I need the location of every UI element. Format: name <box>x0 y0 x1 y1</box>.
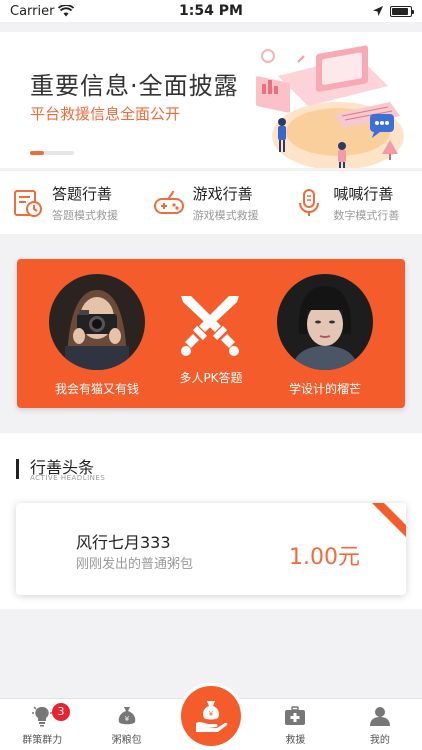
pk-left-player-name: 我会有猫又有钱 <box>54 382 139 396</box>
hand-money-icon: ¥ <box>196 701 228 732</box>
banner-illustration <box>256 45 404 168</box>
headlines-section: 行善头条 ACTIVE HEADLINES 风行七月333 刚刚发出的普通粥包 … <box>0 433 422 609</box>
pk-title: 多人PK答题 <box>179 371 243 385</box>
gamepad-icon <box>153 190 184 214</box>
headlines-subtitle: ACTIVE HEADLINES <box>30 474 106 482</box>
pk-right-player-name: 学设计的榴芒 <box>288 382 361 396</box>
feature-shout-title: 喊喊行善 <box>333 184 394 203</box>
feature-shout[interactable]: 喊喊行善 数字模式行善 <box>281 171 422 234</box>
medical-kit-icon <box>285 706 306 725</box>
microphone-icon <box>299 188 320 216</box>
feature-quiz-title: 答题行善 <box>52 184 113 203</box>
feature-shout-subtitle: 数字模式行善 <box>333 208 400 222</box>
feature-game-title: 游戏行善 <box>192 184 253 203</box>
banner-carousel[interactable]: 重要信息·全面披露 平台救援信息全面公开 <box>0 32 422 168</box>
tab-crowd-label: 群策群力 <box>22 735 63 746</box>
wifi-icon <box>58 5 75 17</box>
feature-game-subtitle: 游戏模式救援 <box>192 208 259 222</box>
avatar-left[interactable] <box>49 274 145 370</box>
tab-porridge-bag-label: 粥粮包 <box>111 735 142 746</box>
tab-center-donate-button[interactable]: ¥ <box>181 686 241 746</box>
multiplayer-pk-card[interactable]: 我会有猫又有钱 多人PK答题 学设计的榴芒 <box>17 259 405 408</box>
headline-item-desc: 刚刚发出的普通粥包 <box>76 557 194 572</box>
lightbulb-icon <box>32 706 53 727</box>
tab-mine-label: 我的 <box>369 735 390 746</box>
headline-item-amount: 1.00元 <box>289 545 360 570</box>
tab-mine[interactable]: 我的 <box>338 699 422 750</box>
battery-level <box>391 7 409 15</box>
avatar-right-image <box>277 274 373 370</box>
svg-text:¥: ¥ <box>209 710 214 718</box>
carrier-label: Carrier <box>10 3 55 19</box>
battery-icon <box>389 5 414 17</box>
tab-rescue-label: 救援 <box>285 735 306 746</box>
avatar-right[interactable] <box>277 274 373 370</box>
tab-porridge-bag[interactable]: ¥ 粥粮包 <box>84 699 168 750</box>
user-icon <box>369 707 390 726</box>
feature-game[interactable]: 游戏行善 游戏模式救援 <box>141 171 282 234</box>
headline-item[interactable]: 风行七月333 刚刚发出的普通粥包 1.00元 <box>16 503 406 595</box>
tab-crowd[interactable]: 群策群力 3 <box>0 699 84 750</box>
banner-subtitle: 平台救援信息全面公开 <box>30 105 181 123</box>
status-time: 1:54 PM <box>179 3 243 19</box>
crossed-swords-icon <box>181 296 239 356</box>
feature-quiz-subtitle: 答题模式救援 <box>52 208 118 222</box>
money-bag-icon: ¥ <box>118 707 135 725</box>
feature-quiz[interactable]: 答题行善 答题模式救援 <box>0 171 141 234</box>
svg-text:¥: ¥ <box>124 715 129 723</box>
banner-title: 重要信息·全面披露 <box>30 72 239 100</box>
quiz-clock-icon <box>14 189 42 217</box>
carousel-indicator <box>30 151 74 155</box>
avatar-left-image <box>49 274 145 370</box>
location-arrow-icon <box>372 6 383 16</box>
headline-item-name: 风行七月333 <box>76 533 171 552</box>
carousel-indicator-active <box>30 151 44 155</box>
corner-ribbon <box>372 503 406 537</box>
notification-badge: 3 <box>52 703 70 721</box>
status-bar: Carrier 1:54 PM <box>0 0 422 22</box>
tab-rescue[interactable]: 救援 <box>253 699 337 750</box>
feature-shortcuts: 答题行善 答题模式救援 游戏行善 游戏模式救援 喊喊行善 数字模式行善 <box>0 170 422 234</box>
section-marker <box>16 459 19 479</box>
